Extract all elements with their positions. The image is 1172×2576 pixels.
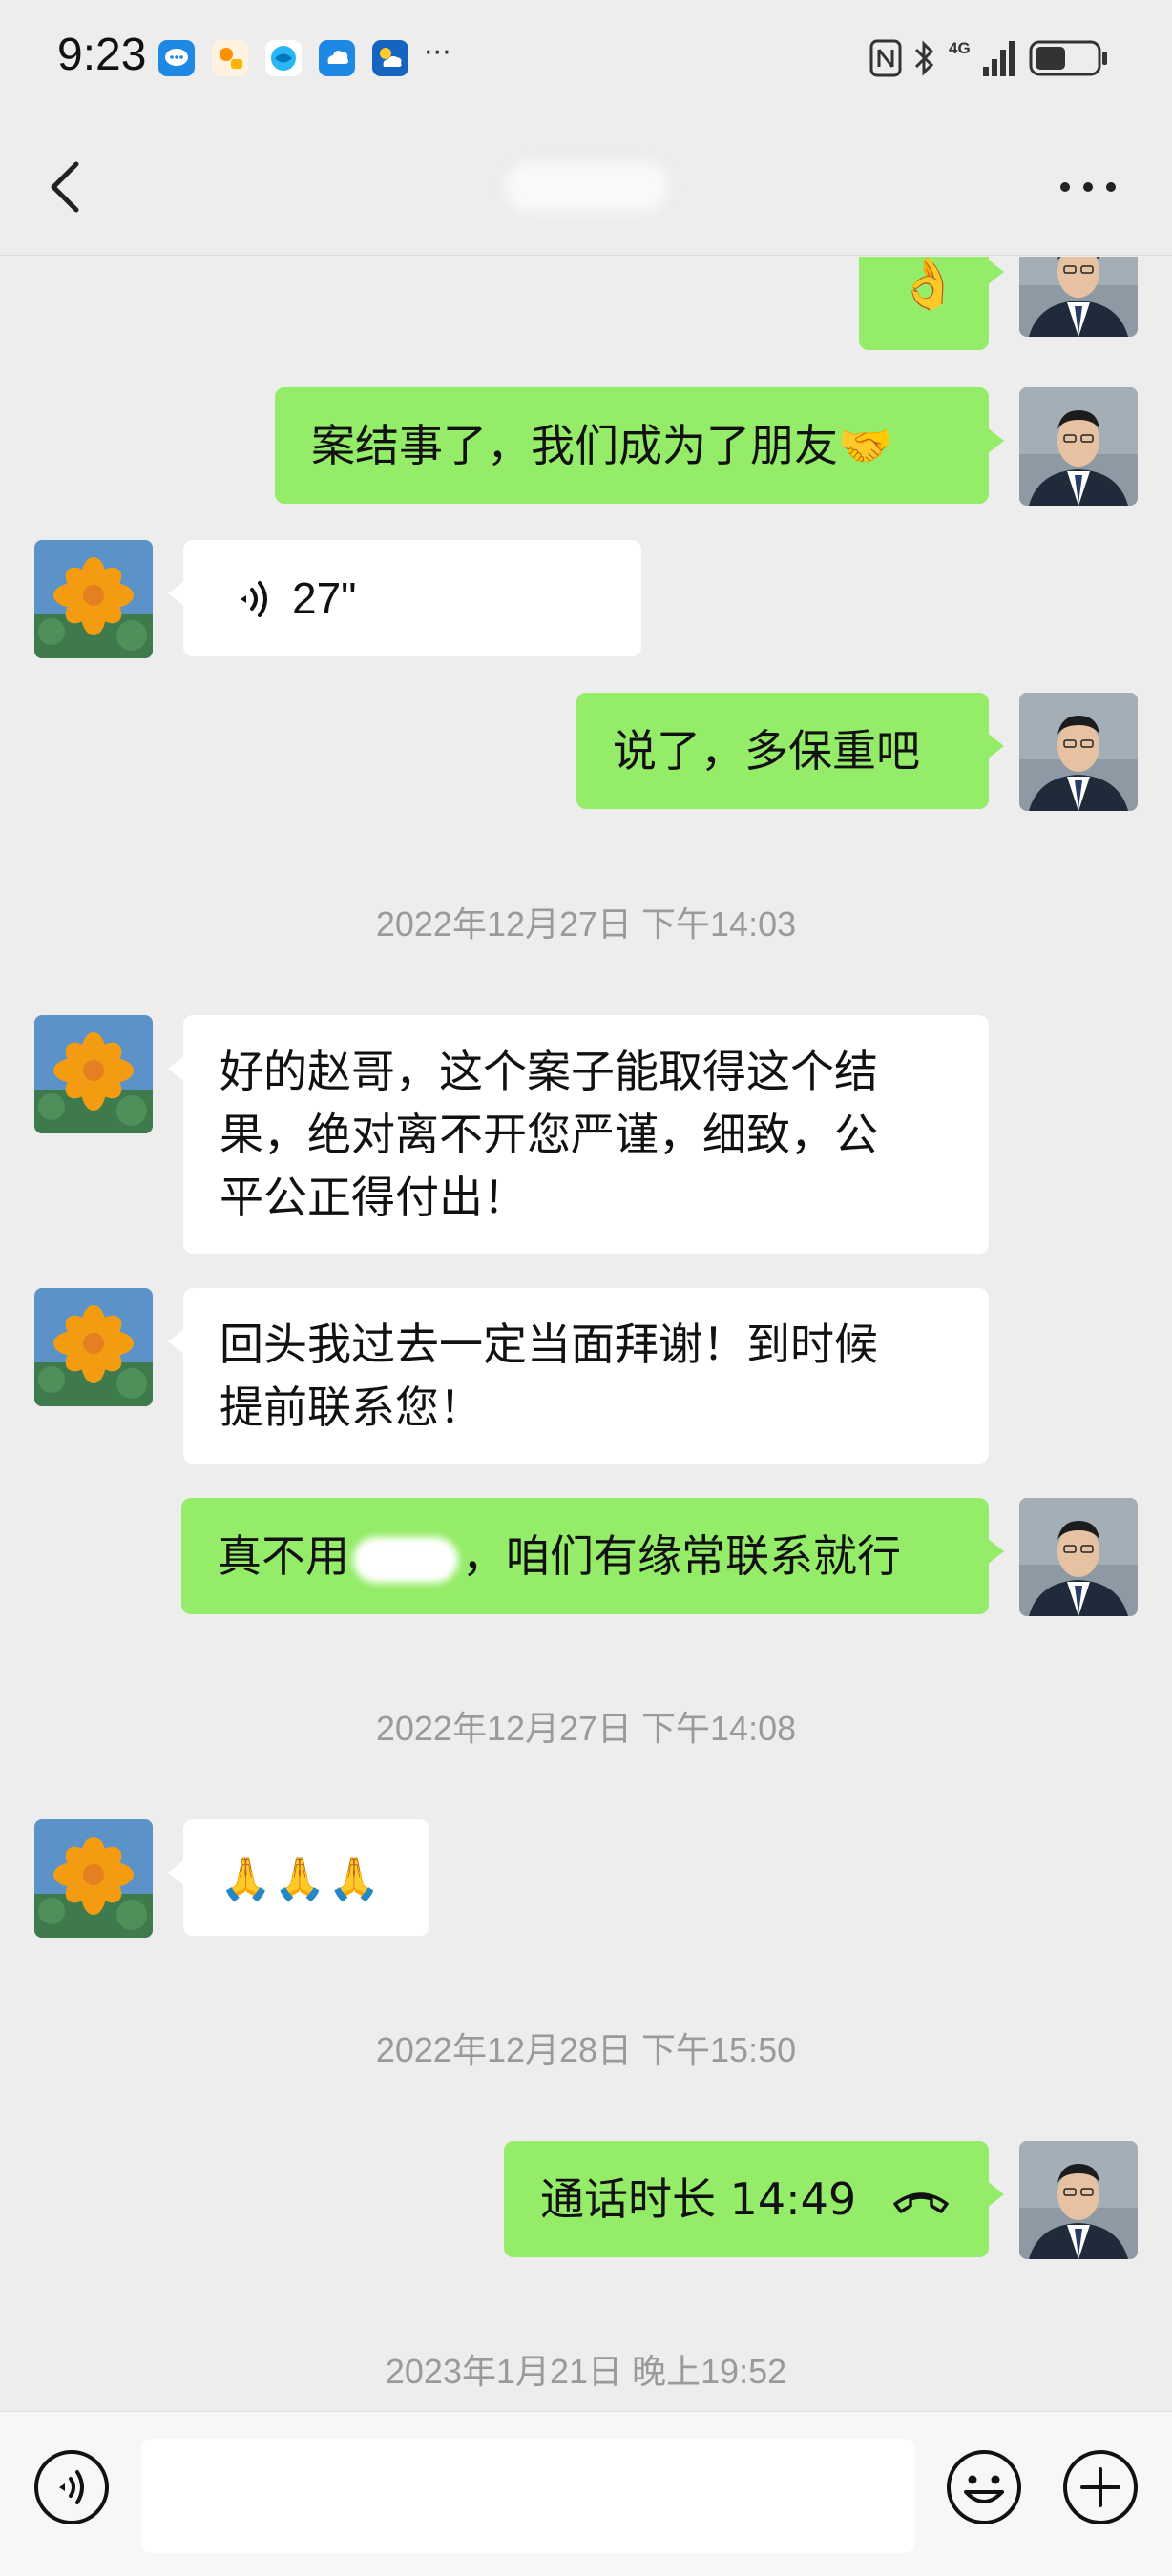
voice-wave-icon xyxy=(241,581,267,617)
message-bubble-mine[interactable]: 说了，多保重吧 xyxy=(576,693,1004,809)
message-text: 👌 xyxy=(897,257,959,313)
message-timestamp: 2022年12月27日 下午14:03 xyxy=(375,904,797,944)
message-text: 说了，多保重吧 xyxy=(613,725,920,777)
message-text-end: ，咱们有缘常联系就行 xyxy=(462,1530,901,1582)
message-line: 好的赵哥，这个案子能取得这个结 xyxy=(220,1046,878,1097)
notification-overflow: ··· xyxy=(424,36,451,70)
message-line: 提前联系您！ xyxy=(220,1381,483,1433)
nfc-icon xyxy=(869,39,902,77)
network-type: 4G xyxy=(949,39,971,57)
message-bubble-other[interactable]: 好的赵哥，这个案子能取得这个结 果，绝对离不开您严谨，细致，公 平公正得付出！ xyxy=(168,1015,989,1254)
phone-hangup-icon xyxy=(893,2192,949,2213)
call-record-bubble[interactable]: 通话时长 14:49 xyxy=(504,2141,1004,2257)
battery-icon xyxy=(1029,40,1107,76)
message-timestamp: 2023年1月21日 晚上19:52 xyxy=(385,2352,787,2391)
more-dots-icon[interactable] xyxy=(1057,176,1119,198)
chevron-left-icon[interactable] xyxy=(42,158,92,216)
message-text: 案结事了，我们成为了朋友🤝 xyxy=(311,420,893,471)
voice-input-icon[interactable] xyxy=(32,2448,111,2526)
message-input[interactable] xyxy=(141,2439,914,2553)
message-list[interactable]: 👌 案结事了，我们成为了朋友🤝 27" 说了，多保重吧 2022年12月27日 … xyxy=(0,257,1172,2411)
message-emoji: 🙏🙏🙏 xyxy=(220,1855,383,1903)
call-duration-text: 通话时长 14:49 xyxy=(540,2173,857,2225)
message-bubble-other[interactable]: 回头我过去一定当面拜谢！到时候 提前联系您！ xyxy=(168,1288,989,1464)
chat-title xyxy=(496,156,668,216)
my-avatar[interactable] xyxy=(1019,1498,1138,1616)
message-bubble-mine[interactable]: 真不用 ，咱们有缘常联系就行 xyxy=(181,1498,1004,1614)
chat-header xyxy=(0,114,1172,256)
redacted-name xyxy=(353,1536,458,1583)
my-avatar[interactable] xyxy=(1019,693,1138,811)
voice-message-bubble[interactable]: 27" xyxy=(168,540,641,656)
voice-duration: 27" xyxy=(292,573,357,623)
my-avatar[interactable] xyxy=(1019,2141,1138,2259)
weather-icon xyxy=(372,40,408,76)
message-timestamp: 2022年12月27日 下午14:08 xyxy=(375,1709,797,1748)
message-timestamp: 2022年12月28日 下午15:50 xyxy=(375,2030,797,2069)
browser-icon xyxy=(265,40,302,76)
message-bubble-mine[interactable]: 👌 xyxy=(859,257,1004,350)
contact-avatar[interactable] xyxy=(34,1819,153,1938)
input-bar xyxy=(0,2411,1172,2576)
message-text-start: 真不用 xyxy=(218,1530,349,1582)
message-bubble-other[interactable]: 🙏🙏🙏 xyxy=(168,1819,429,1936)
message-bubble-mine[interactable]: 案结事了，我们成为了朋友🤝 xyxy=(275,387,1004,504)
signal-icon: 4G xyxy=(949,39,1015,76)
status-bar: 9:23 ··· 4G xyxy=(0,0,1172,114)
contact-avatar[interactable] xyxy=(34,540,153,658)
plus-icon[interactable] xyxy=(1061,2448,1140,2526)
message-icon xyxy=(158,40,195,76)
contact-avatar[interactable] xyxy=(34,1015,153,1133)
cloud-icon xyxy=(319,40,355,76)
cartoon-app-icon xyxy=(212,40,248,76)
emoji-icon[interactable] xyxy=(945,2448,1023,2526)
contact-avatar[interactable] xyxy=(34,1288,153,1406)
status-time: 9:23 xyxy=(57,30,147,80)
my-avatar[interactable] xyxy=(1019,387,1138,506)
bluetooth-icon xyxy=(914,40,934,76)
message-line: 果，绝对离不开您严谨，细致，公 xyxy=(220,1109,878,1160)
message-line: 平公正得付出！ xyxy=(220,1172,527,1223)
message-line: 回头我过去一定当面拜谢！到时候 xyxy=(220,1319,878,1370)
my-avatar[interactable] xyxy=(1019,257,1138,337)
